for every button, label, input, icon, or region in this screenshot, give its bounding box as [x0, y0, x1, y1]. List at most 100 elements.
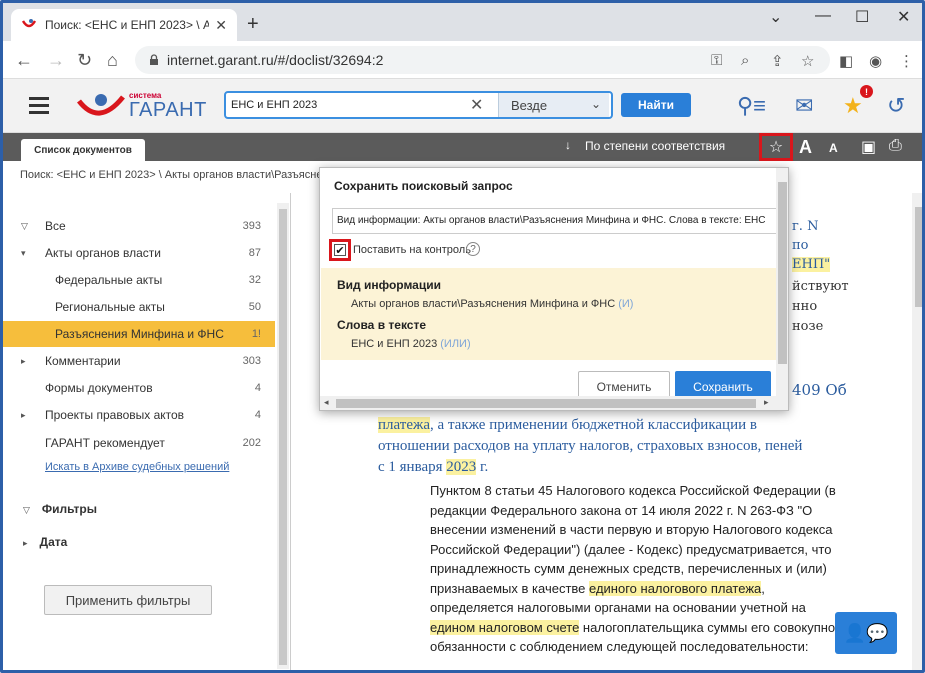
url-text: internet.garant.ru/#/doclist/32694:2	[167, 52, 384, 68]
date-label: Дата	[39, 535, 68, 549]
maximize-icon[interactable]: ☐	[855, 7, 869, 27]
filters-section[interactable]: ▽ Фильтры	[23, 502, 97, 516]
save-search-button[interactable]: ☆	[759, 133, 793, 161]
chat-button[interactable]: 👤💬	[835, 612, 897, 654]
save-disk-icon[interactable]: ▣	[861, 137, 876, 157]
sort-select[interactable]: По степени соответствия	[585, 139, 725, 153]
browser-menu-icon[interactable]: ⋮	[899, 52, 914, 70]
sort-arrow-icon: ↓	[565, 138, 571, 152]
sidebar-item-all[interactable]: ▽ Все 393	[3, 213, 275, 239]
sidebar-item-acts[interactable]: ▾ Акты органов власти 87	[3, 240, 275, 266]
info-type-value: Акты органов власти\Разъяснения Минфина …	[351, 298, 633, 310]
sidebar-item-comments[interactable]: ▸ Комментарии 303	[3, 348, 275, 374]
share-icon[interactable]: ⇪	[771, 52, 784, 70]
profile-icon[interactable]: ◉	[869, 52, 882, 70]
tab-search-chevron-icon[interactable]: ⌄	[769, 7, 782, 27]
breadcrumb: Поиск: <ЕНС и ЕНП 2023> \ Акты органов в…	[20, 169, 341, 181]
garant-logo[interactable]: система ГАРАНТ	[77, 91, 206, 124]
main-search-box: ✕ Везде ⌄	[224, 91, 613, 119]
browser-tab[interactable]: Поиск: <ЕНС и ЕНП 2023> \ Акт ✕	[11, 9, 237, 41]
document-scrollbar[interactable]	[912, 193, 922, 670]
sidebar-item-count: 393	[242, 220, 261, 232]
info-type-heading: Вид информации	[337, 278, 441, 292]
sidebar-scrollbar[interactable]	[277, 203, 289, 669]
tab-document-list[interactable]: Список документов	[21, 139, 145, 161]
search-scope-value: Везде	[511, 97, 548, 113]
doc-fragment: г. N	[792, 219, 819, 234]
search-scope-select[interactable]: Везде ⌄	[498, 93, 609, 117]
close-window-icon[interactable]: ✕	[897, 7, 910, 27]
home-icon[interactable]: ⌂	[107, 50, 118, 71]
new-tab-button[interactable]: +	[247, 13, 259, 36]
doc-fragment: 409 Об	[792, 381, 847, 399]
zoom-icon[interactable]: ⌕	[741, 52, 749, 69]
url-field[interactable]: internet.garant.ru/#/doclist/32694:2	[135, 46, 830, 74]
heading-text: г.	[476, 459, 489, 475]
collapse-arrow-icon[interactable]: ▽	[21, 221, 28, 232]
tab-title: Поиск: <ЕНС и ЕНП 2023> \ Акт	[45, 18, 210, 32]
dialog-title: Сохранить поисковый запрос	[334, 179, 513, 193]
clear-search-icon[interactable]: ✕	[470, 95, 490, 115]
collapse-arrow-icon[interactable]: ▾	[21, 248, 26, 259]
lock-icon	[150, 54, 158, 65]
sidebar-item-count: 50	[248, 301, 261, 313]
highlight: платежа	[378, 417, 431, 433]
key-icon[interactable]: ⚿	[711, 52, 722, 69]
consultation-icon[interactable]: ✉	[795, 93, 813, 119]
print-icon[interactable]: ⎙	[889, 137, 902, 155]
control-checkbox-label[interactable]: Поставить на контроль	[353, 244, 471, 256]
dialog-horizontal-scrollbar[interactable]: ◂ ▸	[320, 396, 788, 410]
highlight: 2023	[446, 459, 477, 475]
sidebar-item-label: Акты органов власти	[45, 246, 161, 260]
side-panel-icon[interactable]: ◧	[839, 52, 853, 70]
sidebar-item-drafts[interactable]: ▸ Проекты правовых актов 4	[3, 402, 275, 428]
sidebar-item-label: Проекты правовых актов	[45, 408, 185, 422]
document-paragraph: Пунктом 8 статьи 45 Налогового кодекса Р…	[430, 481, 846, 657]
date-filter-section[interactable]: ▸ Дата	[23, 535, 67, 549]
chevron-down-icon: ⌄	[590, 97, 601, 111]
font-increase-button[interactable]: A	[799, 137, 812, 158]
archive-search-link[interactable]: Искать в Архиве судебных решений	[45, 461, 229, 473]
help-icon[interactable]: ?	[466, 242, 480, 256]
history-icon[interactable]: ↺	[887, 93, 905, 119]
sidebar-item-count: 303	[242, 355, 261, 367]
reload-icon[interactable]: ↻	[77, 50, 92, 71]
find-button[interactable]: Найти	[621, 93, 691, 117]
sidebar-item-count: 4	[254, 382, 261, 394]
query-summary: Вид информации Акты органов власти\Разъя…	[321, 268, 777, 360]
query-name-field[interactable]: Вид информации: Акты органов власти\Разъ…	[332, 208, 778, 234]
expand-arrow-icon[interactable]: ▸	[21, 356, 26, 367]
font-decrease-button[interactable]: A	[829, 141, 838, 155]
heading-text: с 1 января	[378, 459, 447, 475]
sidebar-item-label: Формы документов	[45, 381, 153, 395]
info-words-heading: Слова в тексте	[337, 318, 427, 332]
minimize-icon[interactable]: —	[815, 7, 831, 25]
scroll-right-icon[interactable]: ▸	[764, 397, 769, 408]
garant-favicon-icon	[21, 19, 37, 28]
close-tab-icon[interactable]: ✕	[215, 17, 227, 34]
sidebar-item-label: Региональные акты	[55, 300, 165, 314]
logo-name: ГАРАНТ	[129, 99, 207, 121]
sidebar-item-label: Комментарии	[45, 354, 121, 368]
control-checkbox[interactable]: ✔	[334, 244, 346, 257]
hamburger-menu-icon[interactable]	[29, 97, 49, 118]
checkmark-icon: ✔	[335, 244, 345, 257]
apply-filters-button[interactable]: Применить фильтры	[44, 585, 212, 615]
sidebar-item-regional[interactable]: Региональные акты 50	[3, 294, 275, 320]
sidebar-item-federal[interactable]: Федеральные акты 32	[3, 267, 275, 293]
search-list-icon[interactable]: ⚲≡	[737, 93, 766, 119]
forward-icon[interactable]: →	[47, 50, 65, 71]
back-icon[interactable]: ←	[15, 50, 33, 71]
search-input[interactable]	[226, 99, 466, 111]
favorites-star-icon[interactable]: ★	[843, 93, 863, 119]
sidebar-item-recommends[interactable]: ГАРАНТ рекомендует 202	[3, 430, 275, 456]
sidebar-item-forms[interactable]: Формы документов 4	[3, 375, 275, 401]
dialog-vertical-scrollbar[interactable]	[776, 168, 788, 396]
sidebar-item-minfin[interactable]: Разъяснения Минфина и ФНС 1!	[3, 321, 275, 347]
document-heading: платежа, а также применении бюджетной кл…	[378, 415, 848, 478]
expand-arrow-icon[interactable]: ▸	[21, 410, 26, 421]
heading-text: отношении расходов на уплату налогов, ст…	[378, 438, 803, 454]
scroll-left-icon[interactable]: ◂	[324, 397, 329, 408]
bookmark-star-icon[interactable]: ☆	[801, 52, 814, 70]
collapse-arrow-icon: ▽	[23, 505, 30, 515]
